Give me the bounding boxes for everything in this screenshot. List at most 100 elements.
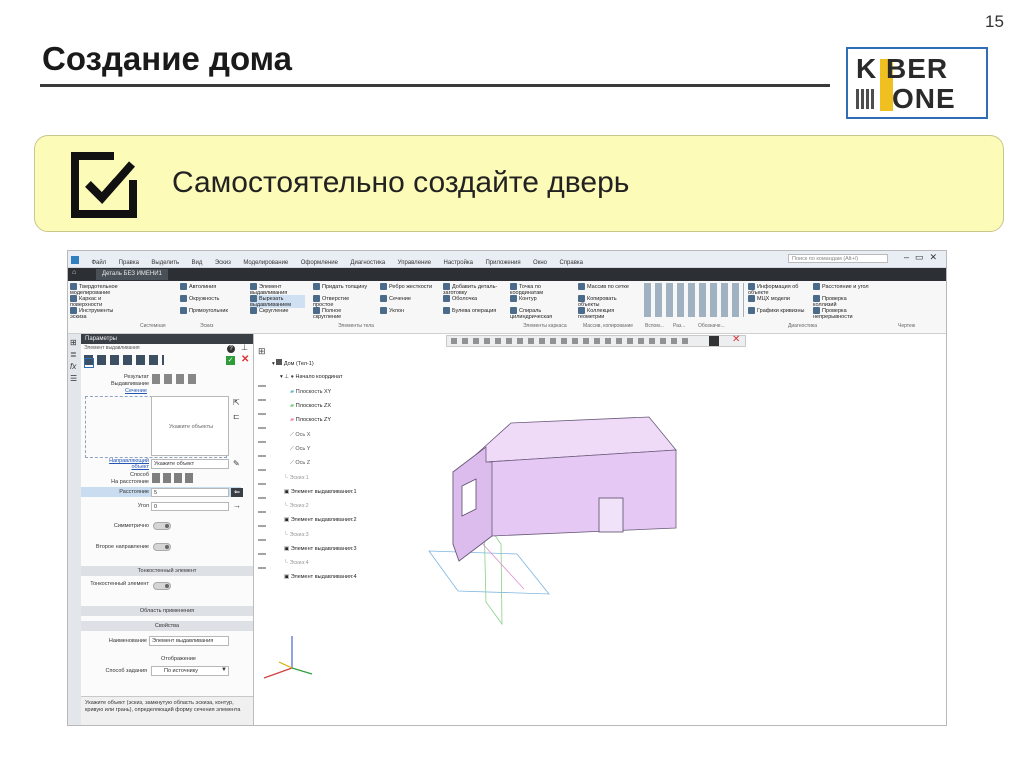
- result-label: Результат: [123, 374, 149, 380]
- ribbon-button[interactable]: Графики кривизны: [748, 307, 804, 314]
- ribbon-button[interactable]: Полное скругление: [313, 307, 368, 320]
- ribbon-group-label: Элементы каркаса: [523, 323, 567, 329]
- panel-mode-buttons[interactable]: [84, 355, 164, 365]
- window-opening: [461, 478, 477, 517]
- thin-wall-toggle[interactable]: [153, 582, 171, 590]
- distance-input[interactable]: 5: [151, 488, 229, 497]
- chevron-down-icon[interactable]: ▼: [221, 667, 227, 673]
- left-icon-strip: ⊞ ≣ fx ☰: [68, 334, 82, 725]
- ribbon-button[interactable]: Придать толщину: [313, 283, 368, 290]
- tree-icon[interactable]: ⊞: [70, 338, 77, 347]
- ribbon-button[interactable]: Оболочка: [443, 295, 477, 302]
- status-hint: Укажите объект (эскиз, замкнутую область…: [81, 696, 253, 725]
- ribbon-group-label: Раз...: [673, 323, 686, 329]
- properties-section[interactable]: Свойства: [81, 621, 253, 631]
- distance-label: Расстояние: [119, 489, 149, 495]
- display-method-select[interactable]: По источнику: [151, 666, 229, 676]
- parameters-panel: Параметры Элемент выдавливания ? ✕ ⊥ ✓ Р…: [81, 334, 254, 725]
- ribbon-group-label: Элементы тела: [338, 323, 374, 329]
- ribbon-button[interactable]: Ребро жесткости: [380, 283, 435, 290]
- logo-line1: K BER: [856, 53, 949, 84]
- method-label: Способ: [129, 472, 149, 478]
- ribbon-group-label: Обозначе...: [698, 323, 725, 329]
- ribbon-button[interactable]: Контур: [510, 295, 537, 302]
- ribbon-button[interactable]: Коллекция геометрии: [578, 307, 633, 320]
- method-buttons[interactable]: [152, 473, 194, 483]
- ribbon-button[interactable]: Скругление: [250, 307, 288, 314]
- house-model: [263, 416, 677, 679]
- direction-toggle-icon[interactable]: ⇐: [231, 488, 243, 497]
- ribbon-button[interactable]: Инструменты эскиза: [70, 307, 130, 320]
- add-icon[interactable]: ⊏: [233, 412, 240, 421]
- section-link[interactable]: Сечение: [125, 388, 147, 394]
- ribbon-button[interactable]: МЦХ модели: [748, 295, 790, 302]
- ribbon-group-label: Массив, копирование: [583, 323, 634, 329]
- pin-icon[interactable]: ⊥: [241, 343, 248, 352]
- method2-label: Способ задания: [105, 668, 148, 674]
- ribbon-button[interactable]: Массив по сетке: [578, 283, 629, 290]
- confirm-icon[interactable]: ✓: [226, 356, 235, 365]
- ribbon-group-label: Вспом...: [645, 323, 664, 329]
- cancel-icon[interactable]: ✕: [241, 354, 249, 365]
- command-search-input[interactable]: Поиск по командам (Alt+/): [788, 254, 888, 263]
- ribbon-button[interactable]: Спираль цилиндрическая: [510, 307, 570, 320]
- ribbon-button[interactable]: Прямоугольник: [180, 307, 228, 314]
- kiberone-logo: K BER ONE: [846, 47, 988, 119]
- thin-wall-section[interactable]: Тонкостенный элемент: [81, 566, 253, 576]
- symmetric-label: Симметрично: [113, 523, 149, 529]
- ribbon-group-label: Системная: [140, 323, 166, 329]
- slide-title: Создание дома: [42, 40, 292, 77]
- app-logo-icon: [71, 255, 79, 264]
- ribbon-toolbar: Твердотельное моделирование Каркас и пов…: [68, 281, 946, 334]
- second-direction-label: Второе направление: [95, 544, 149, 550]
- name-input[interactable]: Элемент выдавливания: [149, 636, 229, 646]
- help-icon[interactable]: ?: [227, 345, 235, 353]
- panel-title: Параметры: [81, 334, 253, 344]
- ribbon-button[interactable]: Расстояние и угол: [813, 283, 871, 290]
- name-label: Наименование: [108, 638, 147, 644]
- ribbon-icon-grid[interactable]: [644, 283, 744, 317]
- door-opening: [598, 497, 624, 533]
- window-controls[interactable]: –▭✕: [904, 252, 943, 263]
- document-tab[interactable]: Деталь БЕЗ ИМЕНИ1: [96, 269, 168, 280]
- menu-bar: Файл Правка Выделить Вид Эскиз Моделиров…: [68, 251, 946, 268]
- task-text: Самостоятельно создайте дверь: [172, 166, 630, 199]
- menu-icon[interactable]: ☰: [70, 374, 77, 383]
- ribbon-button[interactable]: Булева операция: [443, 307, 498, 314]
- angle-label: Угол: [137, 503, 149, 509]
- direction-link[interactable]: Направляющий объект: [97, 458, 149, 470]
- create-mode-icon[interactable]: [84, 358, 94, 368]
- ribbon-button[interactable]: Автолиния: [180, 283, 216, 290]
- pick-icon[interactable]: ✎: [233, 459, 240, 468]
- axis-triad-icon: [263, 636, 313, 679]
- scope-section[interactable]: Область применения: [81, 606, 253, 616]
- direction-field[interactable]: Укажите объект: [151, 459, 229, 469]
- ribbon-button[interactable]: Уклон: [380, 307, 404, 314]
- ribbon-button[interactable]: Сечение: [380, 295, 411, 302]
- document-tabbar: ⌂ Деталь БЕЗ ИМЕНИ1: [68, 268, 946, 281]
- home-icon[interactable]: ⌂: [72, 269, 76, 276]
- objects-field[interactable]: Укажите объекты: [151, 396, 229, 456]
- select-icon[interactable]: ⇱: [233, 398, 240, 407]
- variables-icon[interactable]: fx: [70, 362, 76, 371]
- logo-line2: ONE: [892, 83, 956, 114]
- ribbon-group-label: Чертеж: [898, 323, 916, 329]
- layers-icon[interactable]: ≣: [70, 350, 77, 359]
- arrow-right-icon[interactable]: →: [233, 501, 241, 510]
- checkbox-checked-icon: [71, 150, 140, 218]
- thin-wall-label: Тонкостенный элемент: [90, 581, 149, 587]
- ribbon-group-label: Диагностика: [788, 323, 817, 329]
- ribbon-button[interactable]: Проверка непрерывности: [813, 307, 873, 320]
- house-side-wall: [485, 449, 677, 537]
- angle-input[interactable]: 0: [151, 502, 229, 511]
- ribbon-button[interactable]: Окружность: [180, 295, 219, 302]
- second-direction-toggle[interactable]: [153, 543, 171, 551]
- title-underline: [40, 84, 830, 87]
- qr-code-icon: [856, 89, 876, 109]
- result-type-buttons[interactable]: [152, 374, 200, 384]
- ribbon-group-label: Эскиз: [200, 323, 214, 329]
- slide-number: 15: [985, 12, 1004, 31]
- panel-subtitle: Элемент выдавливания: [84, 345, 140, 351]
- kompas3d-window: Файл Правка Выделить Вид Эскиз Моделиров…: [67, 250, 947, 726]
- symmetric-toggle[interactable]: [153, 522, 171, 530]
